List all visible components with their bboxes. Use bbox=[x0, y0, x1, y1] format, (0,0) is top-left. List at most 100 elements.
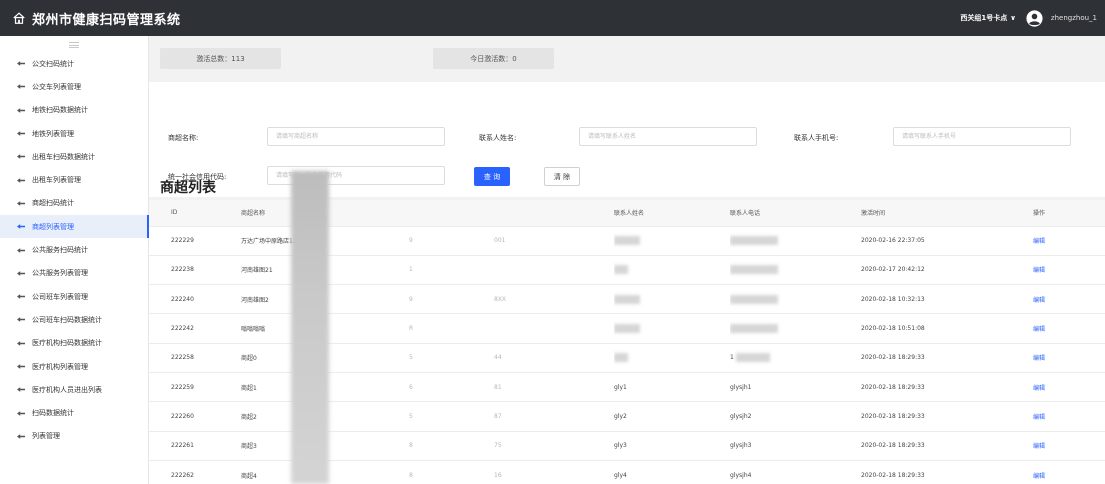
top-header: 郑州市健康扫码管理系统 西关组1号卡点 ∨ zhengzhou_1 bbox=[0, 0, 1105, 36]
contact-name: gly4 bbox=[614, 471, 627, 479]
activation-time: 2020-02-16 22:37:05 bbox=[861, 226, 1033, 256]
sidebar-item-label: 出租车列表管理 bbox=[32, 176, 81, 185]
contact-cell: gly2 bbox=[614, 401, 730, 432]
sidebar-item[interactable]: 商超扫码统计 bbox=[0, 192, 148, 215]
sidebar-item[interactable]: 公司班车扫码数据统计 bbox=[0, 308, 148, 331]
username[interactable]: zhengzhou_1 bbox=[1051, 14, 1097, 22]
list-title: 商超列表 bbox=[160, 180, 216, 196]
edit-link[interactable]: 编辑 bbox=[1033, 284, 1105, 315]
row-id: 222262 bbox=[149, 460, 241, 484]
sidebar-item[interactable]: 商超列表管理 bbox=[0, 215, 149, 239]
user-area: 西关组1号卡点 ∨ zhengzhou_1 bbox=[960, 0, 1097, 36]
redacted-contact bbox=[614, 294, 640, 304]
edit-link[interactable]: 编辑 bbox=[1033, 401, 1105, 432]
arrow-bullet-icon bbox=[17, 61, 25, 67]
edit-link[interactable]: 编辑 bbox=[1033, 255, 1105, 286]
sidebar-item[interactable]: 公司班车列表管理 bbox=[0, 285, 148, 308]
activation-time: 2020-02-18 18:29:33 bbox=[861, 460, 1033, 484]
phone-cell: glysjh3 bbox=[730, 431, 861, 461]
column-header: 联系人电话 bbox=[730, 200, 861, 227]
row-id: 222229 bbox=[149, 226, 241, 256]
phone-cell: glysjh1 bbox=[730, 372, 861, 403]
sidebar-item-label: 列表管理 bbox=[32, 432, 60, 441]
sidebar-item[interactable]: 地铁列表管理 bbox=[0, 122, 148, 145]
arrow-bullet-icon bbox=[17, 340, 25, 346]
sidebar-item[interactable]: 地铁扫码数据统计 bbox=[0, 99, 148, 122]
query-button[interactable]: 查 询 bbox=[474, 167, 510, 186]
sidebar-item[interactable]: 公共服务扫码统计 bbox=[0, 238, 148, 261]
credit-code-head: R bbox=[409, 325, 414, 333]
credit-code-tail: 81 bbox=[494, 383, 502, 391]
row-id: 222261 bbox=[149, 431, 241, 461]
column-header: 激活时间 bbox=[861, 200, 1033, 227]
column-header: 联系人姓名 bbox=[614, 200, 730, 227]
contact-phone-label: 联系人手机号: bbox=[794, 134, 839, 142]
brand: 郑州市健康扫码管理系统 bbox=[12, 0, 181, 36]
edit-link[interactable]: 编辑 bbox=[1033, 460, 1105, 484]
edit-link[interactable]: 编辑 bbox=[1033, 226, 1105, 256]
edit-link[interactable]: 编辑 bbox=[1033, 372, 1105, 403]
sidebar-item[interactable]: 公共服务列表管理 bbox=[0, 262, 148, 285]
sidebar-item[interactable]: 列表管理 bbox=[0, 425, 148, 448]
redacted-phone bbox=[730, 236, 778, 246]
sidebar-item-label: 公交扫码统计 bbox=[32, 59, 74, 68]
arrow-bullet-icon bbox=[17, 154, 25, 160]
sidebar-item[interactable]: 公交车列表管理 bbox=[0, 75, 148, 98]
sidebar-item[interactable]: 公交扫码统计 bbox=[0, 52, 148, 75]
phone-cell: glysjh2 bbox=[730, 401, 861, 432]
redaction-blur bbox=[291, 171, 329, 484]
phone-cell bbox=[730, 226, 861, 256]
sidebar-item-label: 扫码数据统计 bbox=[32, 409, 74, 418]
store-name-input[interactable] bbox=[267, 127, 445, 146]
contact-name: gly1 bbox=[614, 383, 627, 391]
credit-code-cell: 5 87 bbox=[409, 401, 614, 432]
credit-code-cell: 1 bbox=[409, 255, 614, 286]
edit-link[interactable]: 编辑 bbox=[1033, 343, 1105, 373]
redacted-phone bbox=[730, 324, 778, 334]
activation-time: 2020-02-18 10:32:13 bbox=[861, 284, 1033, 315]
arrow-bullet-icon bbox=[17, 410, 25, 416]
sidebar-item[interactable]: 出租车扫码数据统计 bbox=[0, 145, 148, 168]
credit-code-tail: 8XX bbox=[494, 295, 507, 303]
arrow-bullet-icon bbox=[17, 84, 25, 90]
sidebar-item[interactable]: 医疗机构列表管理 bbox=[0, 355, 148, 378]
edit-link[interactable]: 编辑 bbox=[1033, 313, 1105, 344]
column-header: 操作 bbox=[1033, 200, 1105, 227]
redacted-contact bbox=[614, 236, 640, 246]
activation-time: 2020-02-18 10:51:08 bbox=[861, 313, 1033, 344]
contact-phone: glysjh3 bbox=[730, 442, 752, 450]
credit-code-cell: 6 81 bbox=[409, 372, 614, 403]
redacted-contact bbox=[614, 353, 628, 363]
total-activated-stat: 激活总数：113 bbox=[160, 48, 281, 69]
arrow-bullet-icon bbox=[17, 224, 25, 230]
activation-time: 2020-02-18 18:29:33 bbox=[861, 343, 1033, 373]
sidebar-item[interactable]: 出租车列表管理 bbox=[0, 168, 148, 191]
sidebar-item[interactable]: 扫码数据统计 bbox=[0, 401, 148, 424]
contact-cell bbox=[614, 313, 730, 344]
sidebar-item[interactable]: 医疗机构人员进出列表 bbox=[0, 378, 148, 401]
contact-name-input[interactable] bbox=[579, 127, 757, 146]
credit-code-cell: 5 44 bbox=[409, 343, 614, 373]
credit-code-tail: 75 bbox=[494, 442, 502, 450]
credit-code-head: 8 bbox=[409, 471, 413, 479]
user-avatar-icon[interactable] bbox=[1026, 9, 1043, 27]
contact-phone-input[interactable] bbox=[893, 127, 1071, 146]
sidebar-item[interactable]: 医疗机构扫码数据统计 bbox=[0, 332, 148, 355]
arrow-bullet-icon bbox=[17, 247, 25, 253]
sidebar-item-label: 地铁扫码数据统计 bbox=[32, 106, 88, 115]
phone-cell bbox=[730, 313, 861, 344]
sidebar-item-label: 商超列表管理 bbox=[32, 222, 74, 231]
credit-code-head: 9 bbox=[409, 295, 413, 303]
collapse-menu-icon[interactable] bbox=[69, 42, 79, 48]
contact-name: gly2 bbox=[614, 412, 627, 420]
arrow-bullet-icon bbox=[17, 294, 25, 300]
credit-code-head: 1 bbox=[409, 266, 413, 274]
home-icon bbox=[13, 12, 25, 24]
clear-button[interactable]: 清 除 bbox=[544, 167, 580, 186]
app-title: 郑州市健康扫码管理系统 bbox=[32, 12, 181, 28]
contact-phone: glysjh1 bbox=[730, 383, 752, 391]
org-selector[interactable]: 西关组1号卡点 ∨ bbox=[960, 13, 1016, 23]
activation-time: 2020-02-18 18:29:33 bbox=[861, 431, 1033, 461]
edit-link[interactable]: 编辑 bbox=[1033, 431, 1105, 461]
credit-code-tail: 44 bbox=[494, 354, 502, 362]
